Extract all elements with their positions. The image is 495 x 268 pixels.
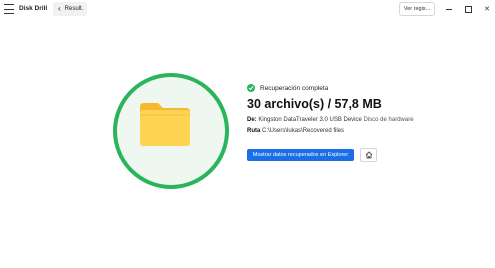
close-button[interactable]: ✕ [480, 2, 494, 16]
view-log-button[interactable]: Ver regis... [399, 2, 435, 16]
home-button[interactable] [360, 148, 377, 162]
source-label: De: [247, 117, 257, 123]
minimize-icon [446, 8, 452, 10]
recovery-summary: 30 archivo(s) / 57,8 MB [247, 97, 382, 111]
maximize-icon [464, 5, 472, 13]
status-text: Recuperación completa [260, 84, 329, 92]
status-row: Recuperación completa [247, 84, 328, 92]
chevron-left-icon: ‹ [58, 4, 61, 13]
back-button[interactable]: ‹ Result. [53, 2, 87, 16]
home-icon [365, 151, 372, 159]
app-title: Disk Drill [19, 5, 48, 12]
source-device-type: Disco de hardware [363, 117, 414, 123]
destination-path-line: Ruta C:\Users\lukas\Recovered files [247, 128, 344, 134]
check-circle-icon [247, 84, 255, 92]
path-value: C:\Users\lukas\Recovered files [262, 128, 345, 134]
close-icon: ✕ [484, 6, 490, 13]
folder-icon [140, 103, 190, 146]
path-label: Ruta [247, 128, 261, 134]
source-device: Kingston DataTraveler 3.0 USB Device [258, 117, 362, 123]
menu-icon[interactable] [4, 4, 14, 14]
source-device-line: De: Kingston DataTraveler 3.0 USB Device… [247, 117, 414, 123]
title-bar: Disk Drill ‹ Result. Ver regis... ✕ [0, 0, 495, 18]
minimize-button[interactable] [442, 2, 456, 16]
show-in-explorer-button[interactable]: Mostrar datos recuperados en Explorer [247, 149, 354, 161]
back-button-label: Result. [64, 6, 84, 12]
maximize-button[interactable] [461, 2, 475, 16]
